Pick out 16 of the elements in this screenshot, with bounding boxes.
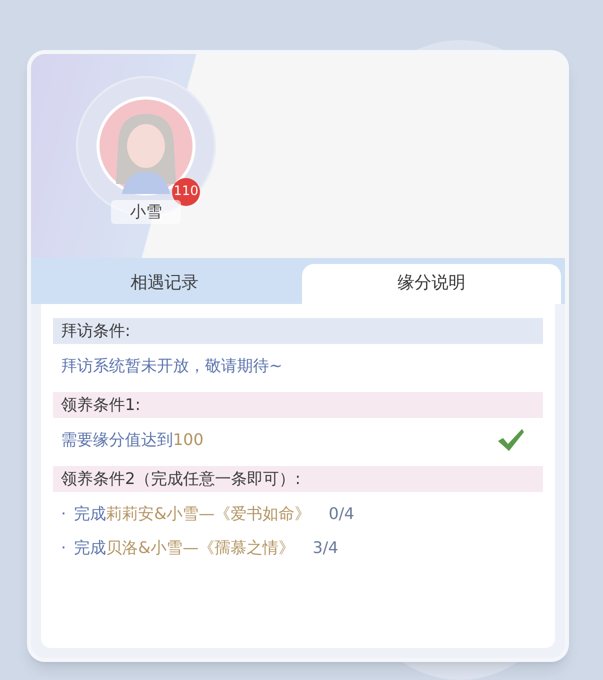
task-text: 完成贝洛&小雪—《孺慕之情》 — [74, 537, 295, 559]
tab[interactable]: 缘分说明 — [302, 264, 561, 304]
character-name: 小雪 — [111, 200, 181, 224]
section-heading: 拜访条件: — [53, 318, 543, 344]
bullet: · — [61, 537, 66, 559]
level-badge: 110 — [172, 178, 200, 206]
notice-text: 拜访系统暂未开放，敬请期待~ — [61, 355, 282, 377]
section-heading: 领养条件2（完成任意一条即可）: — [53, 466, 543, 492]
requirement-text: 需要缘分值达到100 — [61, 429, 204, 451]
tab[interactable]: 相遇记录 — [35, 264, 294, 304]
progress-count: 3/4 — [312, 537, 338, 559]
bullet: · — [61, 503, 66, 525]
section-heading: 领养条件1: — [53, 392, 543, 418]
task-text: 完成莉莉安&小雪—《爱书如命》 — [74, 503, 311, 525]
progress-count: 0/4 — [328, 503, 354, 525]
avatar[interactable] — [96, 96, 196, 196]
